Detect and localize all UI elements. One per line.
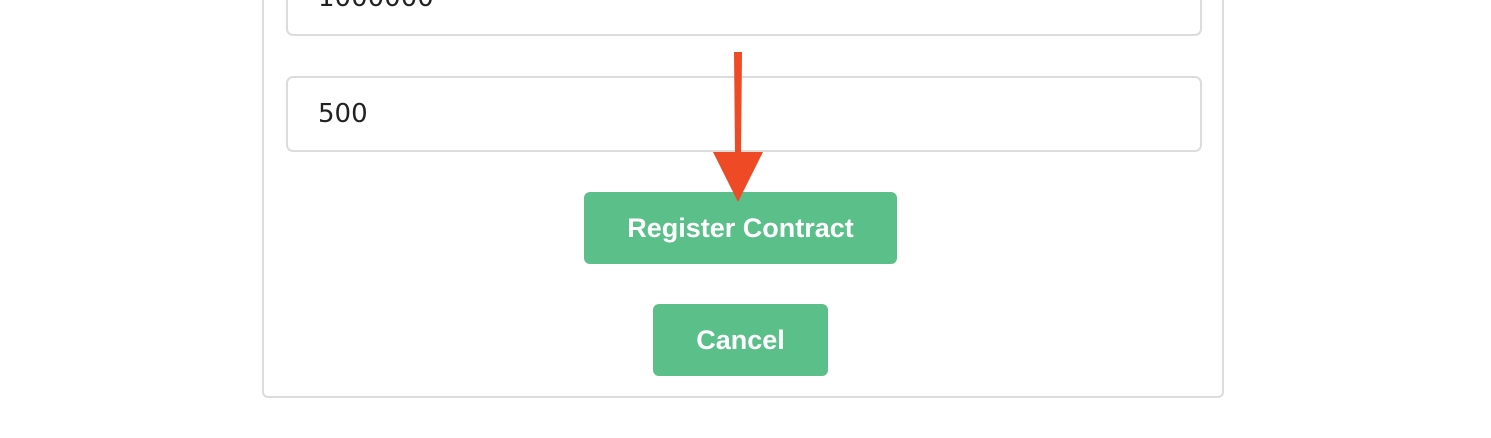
cancel-button[interactable]: Cancel xyxy=(653,304,828,376)
contract-form-page: Register Contract Cancel xyxy=(0,0,1491,438)
register-contract-button[interactable]: Register Contract xyxy=(584,192,897,264)
quantity-field[interactable] xyxy=(286,76,1202,152)
amount-field[interactable] xyxy=(286,0,1202,36)
